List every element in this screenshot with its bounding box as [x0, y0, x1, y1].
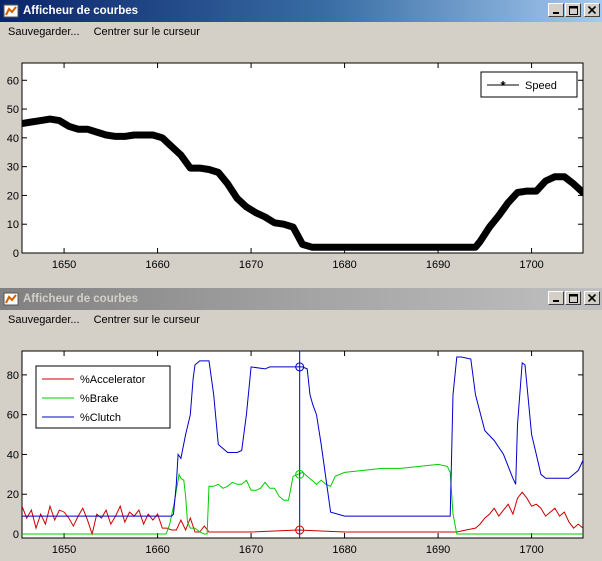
- maximize-button[interactable]: [565, 291, 581, 305]
- legend: %Accelerator %Brake %Clutch: [35, 365, 171, 429]
- x-tick-label: 1670: [239, 259, 263, 271]
- title-bar[interactable]: Afficheur de courbes: [0, 0, 602, 22]
- maximize-button[interactable]: [565, 3, 581, 17]
- speed-figure-window: Afficheur de courbes Sauvegarder... Cent…: [0, 0, 602, 287]
- close-icon: [588, 6, 596, 14]
- legend: * Speed: [480, 71, 578, 98]
- y-tick-label: 0: [13, 529, 19, 541]
- x-tick-label: 1680: [332, 544, 356, 556]
- y-tick-label: 40: [7, 133, 19, 145]
- x-tick-label: 1650: [52, 544, 76, 556]
- menu-bar: Sauvegarder... Centrer sur le curseur: [0, 310, 602, 330]
- legend-label: %Accelerator: [80, 374, 146, 386]
- close-button[interactable]: [584, 291, 600, 305]
- matlab-figure-icon: [3, 3, 19, 19]
- menu-save[interactable]: Sauvegarder...: [2, 314, 86, 326]
- close-icon: [588, 294, 596, 302]
- title-bar[interactable]: Afficheur de courbes: [0, 288, 602, 310]
- y-tick-label: 0: [13, 248, 19, 260]
- legend-label: %Brake: [80, 393, 119, 405]
- minimize-button[interactable]: [548, 3, 564, 17]
- minimize-icon: [553, 12, 559, 14]
- x-tick-label: 1690: [426, 544, 450, 556]
- menu-center-cursor[interactable]: Centrer sur le curseur: [88, 26, 206, 38]
- y-tick-label: 10: [7, 219, 19, 231]
- x-tick-label: 1660: [145, 544, 169, 556]
- menu-save[interactable]: Sauvegarder...: [2, 26, 86, 38]
- minimize-button[interactable]: [548, 291, 564, 305]
- x-tick-label: 1670: [239, 544, 263, 556]
- matlab-figure-icon: [3, 291, 19, 307]
- menu-center-cursor[interactable]: Centrer sur le curseur: [88, 314, 206, 326]
- x-tick-label: 1650: [52, 259, 76, 271]
- close-button[interactable]: [584, 3, 600, 17]
- pedals-chart[interactable]: 1650 1660 1670 1680 1690 1700 0 20 40 60 80 %Accele…: [0, 330, 602, 558]
- x-tick-label: 1680: [332, 259, 356, 271]
- y-tick-label: 20: [7, 489, 19, 501]
- x-tick-label: 1690: [426, 259, 450, 271]
- x-tick-label: 1660: [145, 259, 169, 271]
- y-tick-label: 20: [7, 190, 19, 202]
- speed-chart[interactable]: 1650 1660 1670 1680 1690 1700 0 10 20 30 40 50 60 * Sp…: [0, 42, 602, 287]
- y-tick-label: 80: [7, 370, 19, 382]
- y-tick-label: 30: [7, 162, 19, 174]
- maximize-icon: [568, 293, 578, 303]
- minimize-icon: [553, 300, 559, 302]
- speed-plot[interactable]: 1650 1660 1670 1680 1690 1700 0 10 20 30 40 50 60 * Sp…: [0, 42, 602, 290]
- y-tick-label: 50: [7, 104, 19, 116]
- x-tick-label: 1700: [519, 544, 543, 556]
- y-tick-label: 60: [7, 410, 19, 422]
- legend-label: %Clutch: [80, 412, 121, 424]
- pedals-plot[interactable]: 1650 1660 1670 1680 1690 1700 0 20 40 60 80 %Accele…: [0, 330, 602, 561]
- y-tick-label: 40: [7, 449, 19, 461]
- menu-bar: Sauvegarder... Centrer sur le curseur: [0, 22, 602, 42]
- window-title: Afficheur de courbes: [23, 293, 139, 305]
- x-tick-label: 1700: [519, 259, 543, 271]
- window-title: Afficheur de courbes: [23, 5, 139, 17]
- legend-label: Speed: [525, 80, 557, 92]
- pedals-figure-window: Afficheur de courbes Sauvegarder... Cent…: [0, 288, 602, 558]
- maximize-icon: [568, 5, 578, 15]
- y-tick-label: 60: [7, 75, 19, 87]
